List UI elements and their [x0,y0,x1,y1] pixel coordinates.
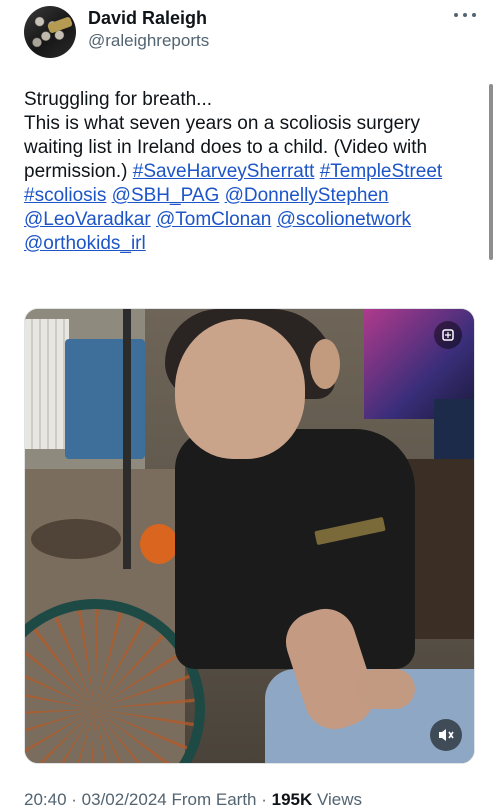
tweet-text: Struggling for breath... This is what se… [24,88,484,256]
tweet-line-2: This is what seven years on a scoliosis … [24,112,484,256]
hashtag-scoliosis[interactable]: #scoliosis [24,185,106,206]
tweet-meta: 20:40 · 03/02/2024 From Earth · 195K Vie… [24,790,363,809]
video-player[interactable] [24,308,475,764]
author-handle[interactable]: @raleighreports [88,29,209,52]
hashtag-saveharveysherratt[interactable]: #SaveHarveySherratt [133,161,315,182]
tweet-time[interactable]: 20:40 [24,790,67,809]
views-count: 195K [271,790,313,809]
mention-donnellystephen[interactable]: @DonnellyStephen [225,185,389,206]
tweet-source: From Earth [171,790,257,809]
child-head [175,319,305,459]
mention-scolionetwork[interactable]: @scolionetwork [277,209,411,230]
tweet-line-1: Struggling for breath... [24,89,212,110]
speaker-muted-icon[interactable] [430,719,462,751]
tweet-date[interactable]: 03/02/2024 [82,790,167,809]
mention-tomclonan[interactable]: @TomClonan [156,209,271,230]
hashtag-templestreet[interactable]: #TempleStreet [320,161,443,182]
avatar[interactable] [24,6,76,58]
sensitive-media-icon[interactable] [434,321,462,349]
background-radiator [25,319,69,449]
mention-sbh-pag[interactable]: @SBH_PAG [112,185,220,206]
scrollbar[interactable] [489,84,493,260]
author-info: David Raleigh @raleighreports [88,7,209,52]
mention-leovaradkar[interactable]: @LeoVaradkar [24,209,151,230]
mention-orthokids-irl[interactable]: @orthokids_irl [24,233,146,254]
views-label: Views [317,790,363,809]
tweet-header: David Raleigh @raleighreports [24,6,476,60]
more-options-icon[interactable] [454,8,476,22]
author-display-name[interactable]: David Raleigh [88,7,209,29]
